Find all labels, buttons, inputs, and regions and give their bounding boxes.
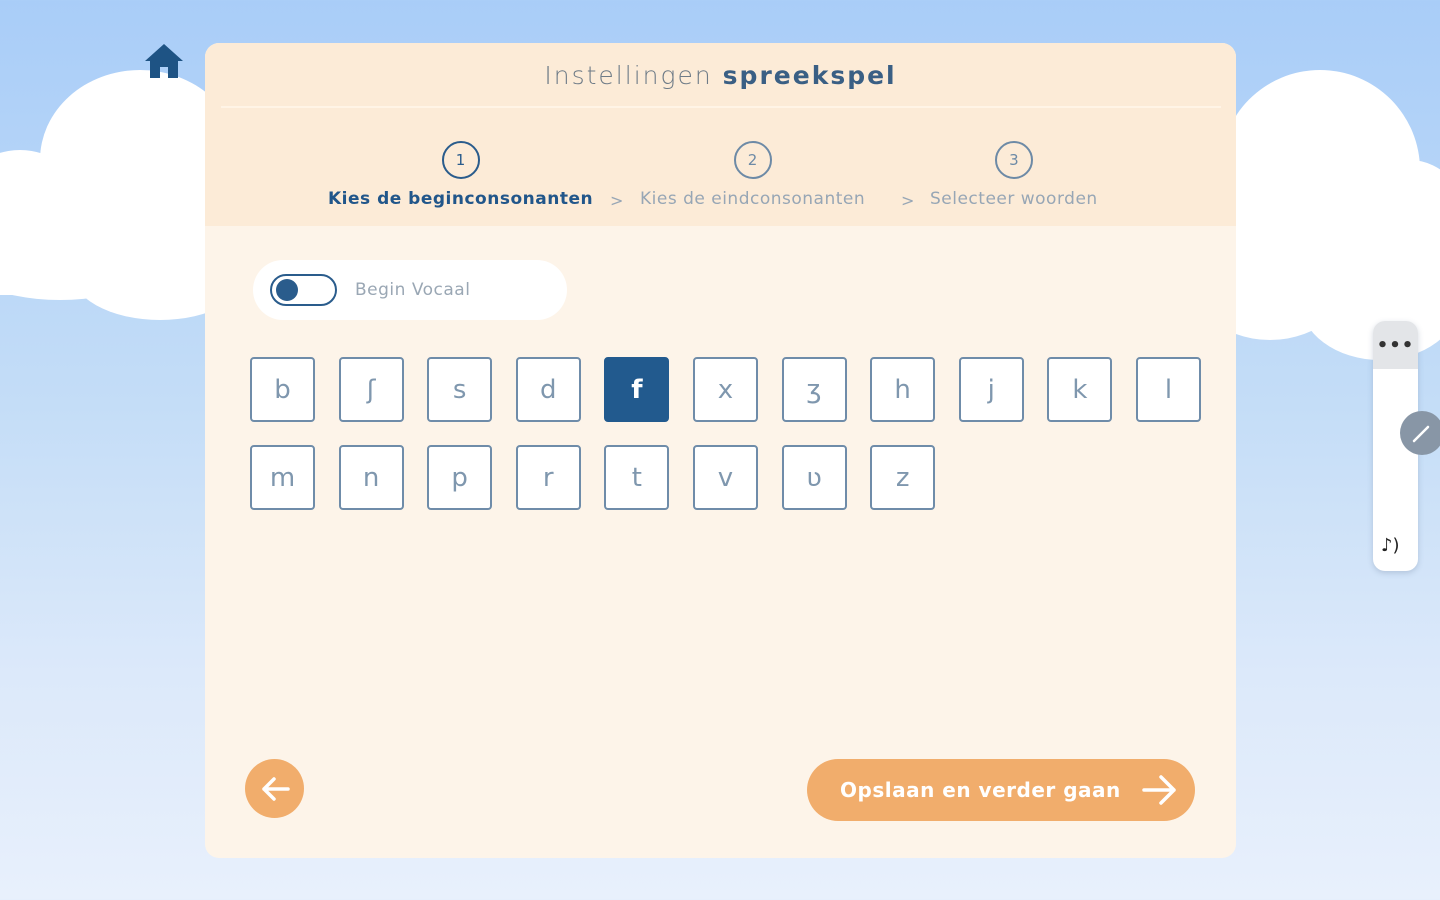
page-title-bold: spreekspel: [722, 61, 897, 90]
save-and-continue-button[interactable]: Opslaan en verder gaan: [807, 759, 1195, 821]
step-2-label: Kies de eindconsonanten: [640, 189, 866, 209]
step-3-label: Selecteer woorden: [930, 189, 1098, 209]
toggle-label: Begin Vocaal: [355, 280, 471, 300]
letter-tile[interactable]: p: [427, 445, 493, 510]
step-3-number: 3: [994, 141, 1033, 179]
letter-tile[interactable]: k: [1047, 357, 1113, 422]
page-title: Instellingen spreekspel: [205, 61, 1236, 90]
page-title-light: Instellingen: [544, 61, 713, 90]
letter-tile[interactable]: v: [692, 445, 758, 510]
letter-tile[interactable]: l: [1135, 357, 1201, 422]
letter-tile[interactable]: f: [604, 357, 670, 422]
pencil-icon: [1412, 425, 1430, 443]
letter-tile[interactable]: b: [250, 357, 315, 422]
step-separator-2: >: [901, 191, 915, 210]
pencil-button[interactable]: [1400, 411, 1440, 455]
header-divider: [221, 106, 1221, 108]
letter-tile[interactable]: h: [870, 357, 936, 422]
letter-tile[interactable]: n: [338, 445, 404, 510]
letter-tile[interactable]: ʃ: [338, 357, 404, 422]
step-separator-1: >: [610, 191, 624, 210]
letter-tile[interactable]: s: [427, 357, 493, 422]
more-dots-icon[interactable]: •••: [1373, 321, 1418, 369]
letter-tile[interactable]: t: [604, 445, 670, 510]
begin-vocaal-toggle[interactable]: Begin Vocaal: [253, 260, 567, 320]
step-1[interactable]: 1 Kies de beginconsonanten: [328, 141, 593, 209]
step-2-number: 2: [733, 141, 772, 179]
step-1-number: 1: [441, 141, 480, 179]
toggle-knob: [276, 279, 298, 301]
consonant-grid: bʃsdfxʒhjkl mnprtvʋz: [250, 357, 1210, 510]
settings-panel: Instellingen spreekspel 1 Kies de beginc…: [205, 43, 1236, 858]
step-1-label: Kies de beginconsonanten: [328, 189, 594, 209]
save-and-continue-label: Opslaan en verder gaan: [840, 778, 1121, 802]
letter-tile[interactable]: d: [515, 357, 581, 422]
toggle-switch[interactable]: [270, 274, 337, 306]
home-button[interactable]: [142, 40, 186, 82]
letter-tile[interactable]: ʋ: [781, 445, 847, 510]
arrow-left-icon: [261, 776, 290, 801]
letter-tile[interactable]: m: [250, 445, 315, 510]
letter-tile[interactable]: z: [870, 445, 936, 510]
step-2[interactable]: 2 Kies de eindconsonanten: [640, 141, 865, 209]
music-note-icon[interactable]: ♪): [1381, 535, 1400, 556]
arrow-right-icon: [1142, 775, 1176, 805]
step-3[interactable]: 3 Selecteer woorden: [930, 141, 1098, 209]
letter-tile[interactable]: x: [692, 357, 758, 422]
letter-tile[interactable]: r: [515, 445, 581, 510]
letter-tile[interactable]: ʒ: [781, 357, 847, 422]
letter-tile[interactable]: j: [958, 357, 1024, 422]
back-button[interactable]: [245, 759, 304, 818]
panel-header: Instellingen spreekspel 1 Kies de beginc…: [205, 43, 1236, 226]
home-icon: [145, 44, 183, 78]
